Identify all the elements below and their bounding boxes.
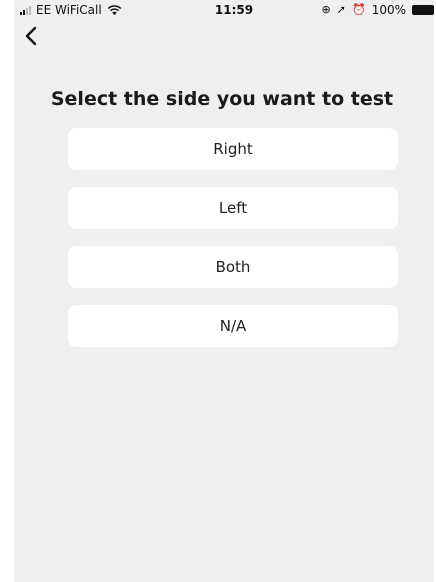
option-label: N/A (219, 317, 247, 335)
back-button[interactable] (22, 26, 46, 50)
orientation-lock-icon: ⊕ (321, 3, 331, 16)
option-both-button[interactable]: Both (68, 246, 398, 288)
option-label: Right (213, 140, 253, 158)
page-title: Select the side you want to test (50, 88, 394, 110)
option-label: Both (215, 258, 251, 276)
alarm-icon: ⏰ (351, 3, 366, 16)
status-bar-right: ⊕ ➚ ⏰ 100% (322, 3, 434, 17)
option-list: Right Left Both N/A (68, 128, 398, 364)
location-arrow-icon: ➚ (336, 3, 346, 16)
option-left-button[interactable]: Left (68, 187, 398, 229)
battery-percent: 100% (371, 3, 406, 17)
app-screen: EE WiFiCall 11:59 ⊕ ➚ ⏰ 100% Select the … (14, 0, 434, 582)
chevron-left-icon (25, 26, 37, 46)
battery-icon (412, 5, 434, 15)
status-bar: EE WiFiCall 11:59 ⊕ ➚ ⏰ 100% (14, 0, 434, 22)
option-na-button[interactable]: N/A (68, 305, 398, 347)
option-label: Left (218, 199, 248, 217)
option-right-button[interactable]: Right (68, 128, 398, 170)
